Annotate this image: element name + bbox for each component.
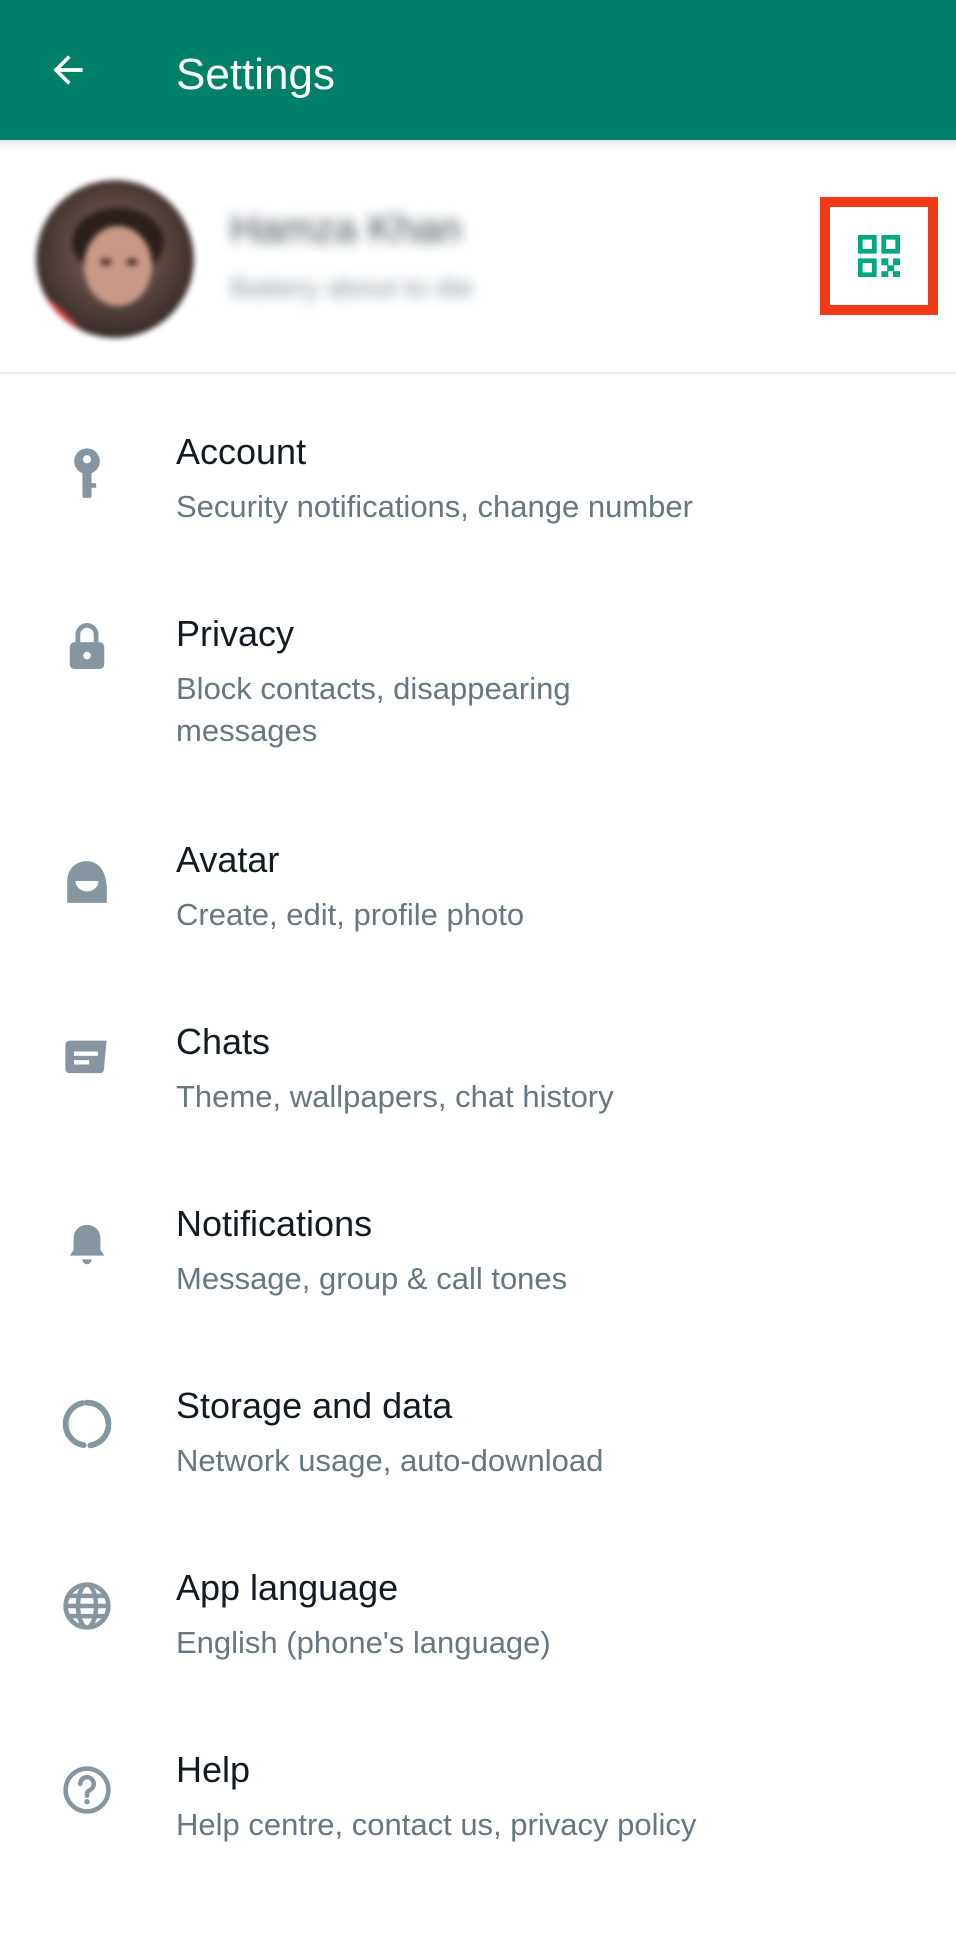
settings-item-app-language[interactable]: App language English (phone's language) — [0, 1510, 956, 1692]
settings-item-subtitle: Theme, wallpapers, chat history — [176, 1079, 614, 1114]
profile-name: Hamza Khan — [230, 207, 462, 251]
qr-code-button[interactable] — [820, 197, 938, 315]
settings-item-subtitle: Security notifications, change number — [176, 489, 693, 524]
settings-item-help[interactable]: Help Help centre, contact us, privacy po… — [0, 1692, 956, 1874]
app-bar-shadow — [0, 140, 956, 150]
settings-item-title: Privacy — [176, 613, 295, 654]
settings-item-chats[interactable]: Chats Theme, wallpapers, chat history — [0, 964, 956, 1146]
settings-item-title: Help — [176, 1749, 251, 1790]
settings-item-privacy[interactable]: Privacy Block contacts, disappearing mes… — [0, 556, 956, 782]
globe-icon — [57, 1576, 117, 1636]
settings-item-title: Account — [176, 431, 307, 472]
back-button[interactable] — [40, 42, 96, 98]
settings-item-subtitle: Message, group & call tones — [176, 1261, 568, 1296]
avatar-face-icon — [57, 852, 117, 912]
page-title: Settings — [176, 50, 335, 99]
settings-item-notifications[interactable]: Notifications Message, group & call tone… — [0, 1146, 956, 1328]
settings-item-subtitle: Block contacts, disappearing messages — [176, 671, 571, 748]
profile-section[interactable]: Hamza Khan Battery about to die — [0, 140, 956, 372]
settings-item-account[interactable]: Account Security notifications, change n… — [0, 374, 956, 556]
chat-icon — [57, 1028, 117, 1088]
settings-item-subtitle: English (phone's language) — [176, 1625, 551, 1660]
storage-circle-icon — [57, 1394, 117, 1454]
bell-icon — [57, 1216, 117, 1276]
settings-item-storage[interactable]: Storage and data Network usage, auto-dow… — [0, 1328, 956, 1510]
app-bar: Settings — [0, 0, 956, 140]
profile-about: Battery about to die — [230, 272, 473, 303]
settings-item-subtitle: Create, edit, profile photo — [176, 897, 525, 932]
key-icon — [57, 444, 117, 504]
settings-item-avatar[interactable]: Avatar Create, edit, profile photo — [0, 782, 956, 964]
settings-item-title: Storage and data — [176, 1385, 453, 1426]
settings-item-subtitle: Help centre, contact us, privacy policy — [176, 1807, 697, 1842]
settings-item-title: Notifications — [176, 1203, 373, 1244]
settings-item-title: Avatar — [176, 839, 280, 880]
settings-item-title: Chats — [176, 1021, 271, 1062]
qr-code-icon — [858, 235, 900, 277]
help-circle-icon — [57, 1760, 117, 1820]
settings-item-title: App language — [176, 1567, 399, 1608]
arrow-left-icon — [53, 55, 83, 85]
settings-item-subtitle: Network usage, auto-download — [176, 1443, 604, 1478]
lock-icon — [57, 616, 117, 676]
avatar[interactable] — [36, 180, 194, 338]
